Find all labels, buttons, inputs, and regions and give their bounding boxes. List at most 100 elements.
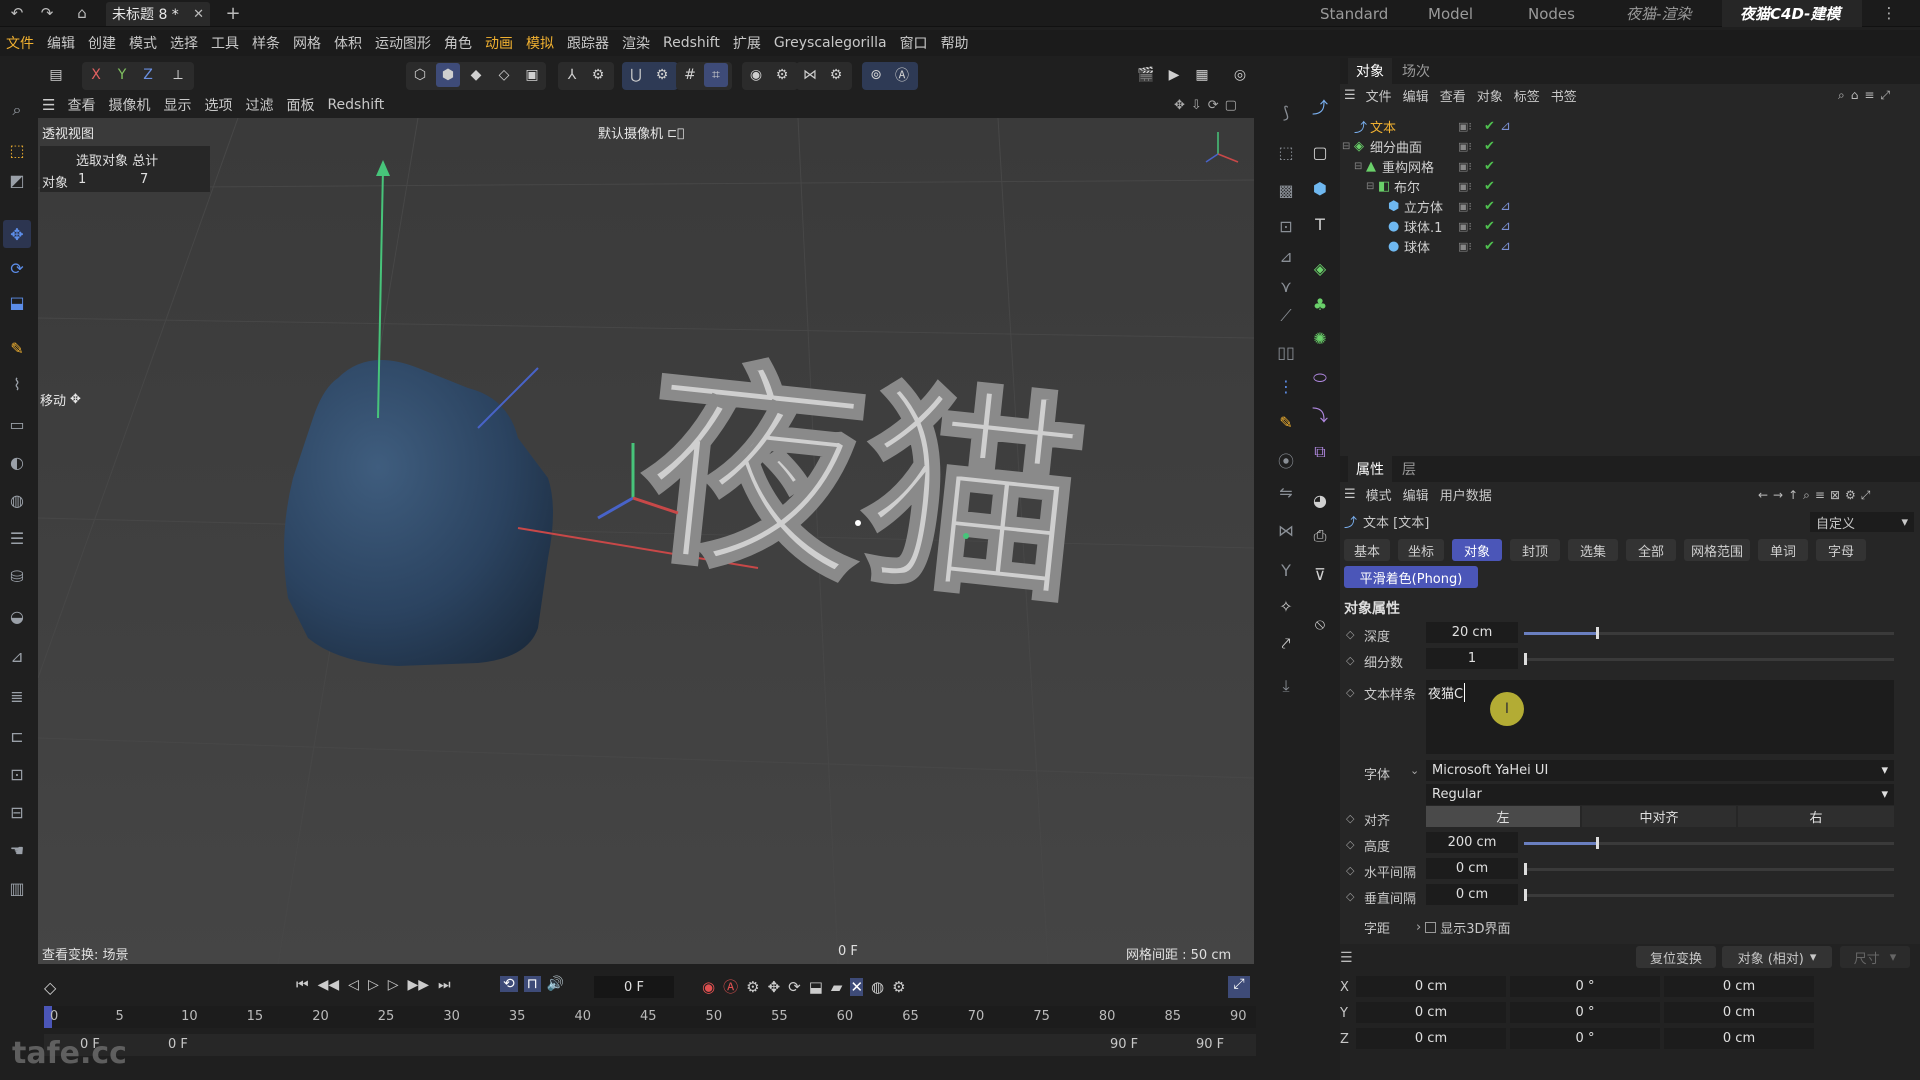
menu-render[interactable]: 渲染 — [622, 33, 650, 53]
keyframe-diamond-icon[interactable]: ◇ — [1346, 628, 1354, 641]
symmetry-settings-icon[interactable]: ⚙ — [824, 63, 848, 87]
edge-loop-icon[interactable]: ⋮ — [1272, 372, 1300, 400]
magnet-icon[interactable]: ⦿ — [1272, 446, 1300, 474]
position-field[interactable]: 0 cm — [1356, 976, 1506, 997]
subtab-coord[interactable]: 坐标 — [1398, 539, 1444, 561]
collapse-icon[interactable]: ⊟ — [1354, 161, 1362, 172]
camera-label[interactable]: 默认摄像机 ⊏⃝ — [598, 123, 684, 143]
redo-icon[interactable]: ↷ — [36, 2, 58, 24]
layout-model[interactable]: Model — [1428, 0, 1473, 27]
horizontal-spacing-field[interactable]: 0 cm — [1426, 858, 1518, 879]
more-options-icon[interactable]: ⋮ — [1878, 2, 1900, 24]
depth-slider[interactable] — [1524, 627, 1894, 639]
coord-system-icon[interactable]: ⟂ — [166, 63, 190, 87]
menu-help[interactable]: 帮助 — [941, 33, 969, 53]
hand-icon[interactable]: ☚ — [3, 836, 31, 864]
axis-x-lock[interactable]: X — [84, 63, 108, 87]
vertical-spacing-slider[interactable] — [1524, 889, 1894, 901]
bend-icon[interactable]: ⤵ — [1306, 400, 1334, 428]
stitch-icon[interactable]: Y — [1272, 556, 1300, 584]
layout-render[interactable]: 夜猫-渲染 — [1626, 0, 1691, 27]
layout-modeling[interactable]: 夜猫C4D-建模 — [1740, 0, 1840, 27]
field-icon[interactable]: ⧉ — [1306, 438, 1334, 466]
viewport-menu-icon[interactable]: ☰ — [42, 96, 55, 114]
line-cut-icon[interactable]: ⟋ — [1272, 302, 1300, 330]
menu-extensions[interactable]: 扩展 — [733, 33, 761, 53]
cloner-icon[interactable]: ♣ — [1306, 290, 1334, 318]
first-frame-icon[interactable]: ⏮ — [296, 977, 309, 993]
snap-icon[interactable]: ⋃ — [624, 63, 648, 87]
visibility-icon[interactable]: ▣⁝ — [1458, 240, 1472, 253]
range-end-b[interactable]: 90 F — [1196, 1037, 1224, 1052]
knife-icon[interactable]: ▭ — [3, 410, 31, 438]
axis-y-lock[interactable]: Y — [110, 63, 134, 87]
enabled-check-icon[interactable]: ✔ — [1484, 139, 1495, 154]
vertical-spacing-field[interactable]: 0 cm — [1426, 884, 1518, 905]
download-icon[interactable]: ⤓ — [1272, 672, 1300, 700]
frame-ruler[interactable]: 0 5 10 15 20 25 30 35 40 45 50 55 60 65 70 75 80 85 90 — [44, 1006, 1256, 1028]
key-param-icon[interactable]: ▰ — [831, 978, 843, 996]
subtab-letters[interactable]: 字母 — [1816, 539, 1866, 561]
coord-mode-dropdown[interactable]: 对象 (相对) ▾ — [1722, 946, 1832, 968]
phong-tag-icon[interactable]: ⊿ — [1500, 199, 1511, 214]
vp-menu-panel[interactable]: 面板 — [286, 95, 314, 115]
render-view-icon[interactable]: ▶ — [1162, 63, 1186, 87]
menu-edit[interactable]: 编辑 — [47, 33, 75, 53]
grid-select-icon[interactable]: ▩ — [1272, 176, 1300, 204]
weld-icon[interactable]: ⋈ — [1272, 516, 1300, 544]
close-tab-icon[interactable]: ✕ — [193, 7, 204, 22]
range-start-b[interactable]: 0 F — [168, 1037, 188, 1052]
record-settings-icon[interactable]: ⚙ — [746, 978, 759, 996]
object-mode-icon[interactable]: ⬢ — [436, 63, 460, 87]
last-frame-icon[interactable]: ⏭ — [438, 977, 451, 993]
motion-icon[interactable]: ◍ — [871, 978, 884, 996]
vp-menu-display[interactable]: 显示 — [163, 95, 191, 115]
workspace-icon[interactable]: ⊚ — [864, 63, 888, 87]
reset-transform-button[interactable]: 复位变换 — [1636, 946, 1716, 968]
brush-tool-icon[interactable]: ✎ — [1272, 408, 1300, 436]
object-row[interactable]: ⊟ ◧ 布尔 ▣⁝ ✔ — [1340, 176, 1920, 196]
extrude-icon[interactable]: ⊿ — [1272, 242, 1300, 270]
new-tab-icon[interactable]: + — [222, 2, 244, 24]
align-center-button[interactable]: 中对齐 — [1582, 806, 1736, 827]
brush-icon[interactable]: ⌇ — [3, 370, 31, 398]
tab-objects[interactable]: 对象 — [1348, 58, 1392, 84]
visibility-icon[interactable]: ▣⁝ — [1458, 180, 1472, 193]
camera-tool-icon[interactable]: ⎙ — [1306, 522, 1334, 550]
position-field[interactable]: 0 cm — [1356, 1002, 1506, 1023]
solo-settings-icon[interactable]: ⚙ — [770, 63, 794, 87]
spline-tool-icon[interactable]: ⤴ — [1306, 92, 1334, 120]
range-icon[interactable]: ⊓ — [523, 976, 541, 992]
prev-key-icon[interactable]: ◀◀ — [318, 977, 340, 993]
menu-select[interactable]: 选择 — [170, 33, 198, 53]
deform-icon[interactable]: ⊿ — [3, 642, 31, 670]
pen-icon[interactable]: ✎ — [3, 334, 31, 362]
visibility-icon[interactable]: ▣⁝ — [1458, 120, 1472, 133]
effector-icon[interactable]: ✺ — [1306, 324, 1334, 352]
tab-takes[interactable]: 场次 — [1402, 61, 1430, 81]
layout-standard[interactable]: Standard — [1320, 0, 1388, 27]
phong-tag-icon[interactable]: ⊿ — [1500, 119, 1511, 134]
vp-menu-redshift[interactable]: Redshift — [327, 97, 384, 113]
collapse-icon[interactable]: ⊟ — [1366, 181, 1374, 192]
home-icon[interactable]: ⌂ — [71, 2, 93, 24]
height-slider[interactable] — [1524, 837, 1894, 849]
range-end-a[interactable]: 90 F — [1110, 1037, 1138, 1052]
workplane-icon[interactable]: ⌗ — [704, 63, 728, 87]
tab-layers[interactable]: 层 — [1402, 459, 1416, 479]
search-icon[interactable]: ⌕ — [3, 96, 31, 124]
visibility-icon[interactable]: ▣⁝ — [1458, 220, 1472, 233]
subtab-object[interactable]: 对象 — [1452, 539, 1502, 561]
menu-redshift[interactable]: Redshift — [663, 35, 720, 51]
list-icon[interactable]: ≣ — [3, 682, 31, 710]
key-rotation-icon[interactable]: ⟳ — [788, 978, 801, 996]
visibility-icon[interactable]: ▣⁝ — [1458, 200, 1472, 213]
bevel-icon[interactable]: ⋎ — [1272, 272, 1300, 300]
am-menu-mode[interactable]: 模式 — [1366, 485, 1392, 504]
axis-settings-icon[interactable]: ⚙ — [586, 63, 610, 87]
key-scale-icon[interactable]: ⬓ — [809, 978, 823, 996]
motion-settings-icon[interactable]: ⚙ — [892, 978, 905, 996]
enabled-check-icon[interactable]: ✔ — [1484, 179, 1495, 194]
am-menu-icon[interactable]: ☰ — [1344, 487, 1356, 502]
subtab-basic[interactable]: 基本 — [1344, 539, 1390, 561]
